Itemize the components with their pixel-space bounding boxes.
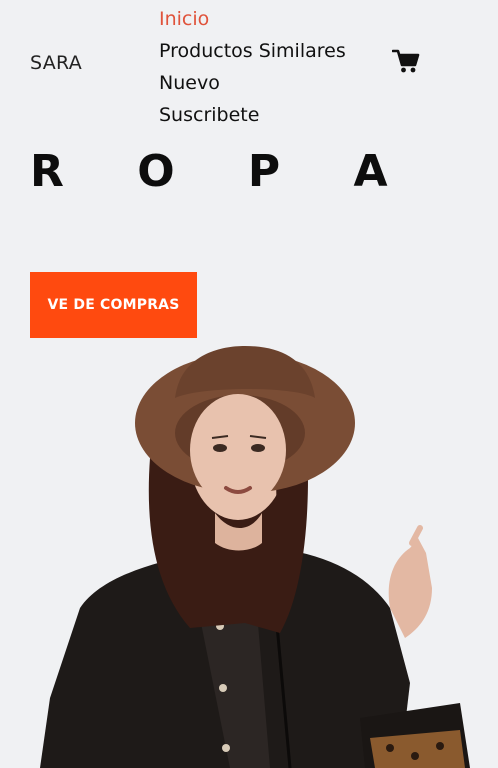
nav-item-inicio[interactable]: Inicio	[159, 3, 346, 35]
main-nav: Inicio Productos Similares Nuevo Suscrib…	[159, 3, 346, 131]
shopping-cart-icon[interactable]	[392, 48, 420, 74]
nav-item-productos-similares[interactable]: Productos Similares	[159, 35, 346, 67]
shop-now-button[interactable]: VE DE COMPRAS	[30, 272, 197, 338]
hero-model-image	[40, 346, 470, 768]
nav-item-nuevo[interactable]: Nuevo	[159, 67, 346, 99]
nav-item-suscribete[interactable]: Suscribete	[159, 99, 346, 131]
page-title: R O P A	[30, 146, 417, 197]
brand-logo[interactable]: SARA	[30, 52, 82, 74]
